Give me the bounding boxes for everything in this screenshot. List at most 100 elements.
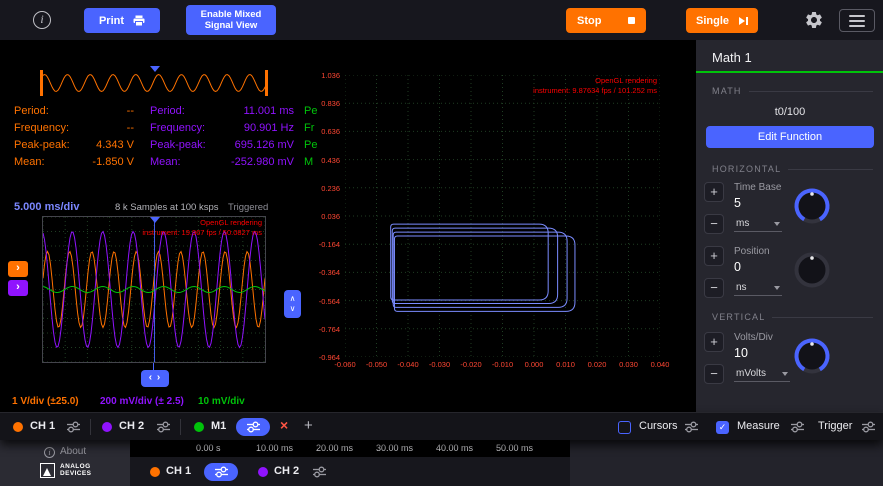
x-tick-label: -0.010 xyxy=(492,360,513,369)
trigger-position-marker-preview[interactable] xyxy=(150,66,160,72)
measurement-row: Frequency:--Frequency:90.901 HzFr xyxy=(14,119,317,136)
time-tick-label: 30.00 ms xyxy=(376,443,413,453)
oscilloscope-app: i Print Enable Mixed Signal View Stop Si… xyxy=(0,0,883,486)
info-icon[interactable]: i xyxy=(33,11,51,29)
math-settings-panel: Math 1 MATH t0/100 Edit Function HORIZON… xyxy=(695,40,883,412)
y-tick-label: -0.564 xyxy=(319,297,340,306)
menu-hamburger-icon[interactable] xyxy=(839,9,875,32)
chevron-down-icon: ∨ xyxy=(290,304,296,314)
ch1-measurement-label: Frequency: xyxy=(14,122,76,134)
trigger-settings-icon[interactable] xyxy=(861,421,876,433)
enable-mixed-signal-button[interactable]: Enable Mixed Signal View xyxy=(186,5,276,35)
xy-plot[interactable]: OpenGL rendering instrument: 9.87634 fps… xyxy=(345,75,660,357)
analog-devices-logo-icon xyxy=(40,463,55,478)
time-tick-label: 40.00 ms xyxy=(436,443,473,453)
divider xyxy=(90,419,91,435)
ch1-tab[interactable]: CH 1 xyxy=(30,420,55,432)
ch2-offset-handle[interactable]: › xyxy=(8,280,28,296)
info-icon[interactable]: i xyxy=(44,447,55,458)
chevron-down-icon xyxy=(774,222,780,226)
y-tick-label: 0.436 xyxy=(321,156,340,165)
ch2-tab[interactable]: CH 2 xyxy=(119,420,144,432)
time-tick-label: 50.00 ms xyxy=(496,443,533,453)
ch1-measurement-label: Period: xyxy=(14,105,76,117)
voltsdiv-decrement-button[interactable]: − xyxy=(704,364,724,384)
position-increment-button[interactable]: + xyxy=(704,246,724,266)
ch1-measurement-label: Peak-peak: xyxy=(14,139,76,151)
measure-label[interactable]: Measure xyxy=(737,420,780,432)
ch1-measurement-label: Mean: xyxy=(14,156,76,168)
print-button[interactable]: Print xyxy=(84,8,160,33)
y-tick-label: -0.364 xyxy=(319,268,340,277)
m1-settings-icon xyxy=(246,421,261,433)
single-button[interactable]: Single xyxy=(686,8,758,33)
ch1-color-dot xyxy=(13,422,23,432)
horizontal-position-handle[interactable]: ‹ › xyxy=(141,370,169,387)
position-value[interactable]: 0 xyxy=(734,260,741,274)
ch1-tab[interactable]: CH 1 xyxy=(166,465,191,477)
channel-color-underline xyxy=(696,71,883,73)
measure-checkbox[interactable]: ✓ xyxy=(716,421,729,434)
preview-right-handle[interactable] xyxy=(265,70,268,96)
ch1-settings-icon[interactable] xyxy=(66,421,81,433)
position-label: Position xyxy=(734,246,770,257)
ch1-measurement-value: -- xyxy=(76,122,134,134)
voltsdiv-knob[interactable] xyxy=(792,336,832,381)
position-decrement-button[interactable]: − xyxy=(704,278,724,298)
background-window-left: i About ANALOG DEVICES xyxy=(0,440,130,486)
panel-title: Math 1 xyxy=(712,50,752,65)
time-plot[interactable]: OpenGL rendering instrument: 19.967 fps … xyxy=(42,216,266,363)
preview-left-handle[interactable] xyxy=(40,70,43,96)
time-tick-label: 20.00 ms xyxy=(316,443,353,453)
cursors-settings-icon[interactable] xyxy=(684,421,699,433)
timebase-decrement-button[interactable]: − xyxy=(704,214,724,234)
trigger-label[interactable]: Trigger xyxy=(818,420,852,432)
position-knob[interactable] xyxy=(792,250,832,295)
ch2-tab[interactable]: CH 2 xyxy=(274,465,299,477)
timebase-unit-select[interactable]: ms xyxy=(734,218,782,232)
channel-bar: CH 1 CH 2 M1 × + Cursors ✓ Measure Trigg… xyxy=(0,412,883,440)
voltsdiv-unit-select[interactable]: mVolts xyxy=(734,368,790,382)
chevrons-horizontal-icon: ‹ › xyxy=(149,372,161,383)
timebase-increment-button[interactable]: + xyxy=(704,182,724,202)
ch2-settings-icon[interactable] xyxy=(312,466,327,478)
x-tick-label: -0.060 xyxy=(334,360,355,369)
ch1-measurement-value: 4.343 V xyxy=(76,139,134,151)
ch1-settings-pill[interactable] xyxy=(204,463,238,481)
stop-icon xyxy=(628,17,635,24)
time-tick-label: 10.00 ms xyxy=(256,443,293,453)
timebase-value[interactable]: 5 xyxy=(734,196,741,210)
about-link[interactable]: About xyxy=(60,446,86,457)
timebase-knob[interactable] xyxy=(792,186,832,231)
m1-settings-pill[interactable] xyxy=(236,418,270,436)
ch2-measurement-value: -252.980 mV xyxy=(210,156,294,168)
ch2-settings-icon[interactable] xyxy=(156,421,171,433)
ch1-measurement-value: -1.850 V xyxy=(76,156,134,168)
measure-settings-icon[interactable] xyxy=(790,421,805,433)
settings-gear-icon[interactable] xyxy=(804,10,824,30)
waveform-preview[interactable] xyxy=(40,70,268,96)
position-unit-select[interactable]: ns xyxy=(734,282,782,296)
voltsdiv-increment-button[interactable]: + xyxy=(704,332,724,352)
time-axis-strip: 0.00 s10.00 ms20.00 ms30.00 ms40.00 ms50… xyxy=(130,440,570,457)
background-channel-row: CH 1 CH 2 xyxy=(130,457,570,486)
trigger-level-handle[interactable]: ∧ ∨ xyxy=(284,290,301,318)
ch1-offset-handle[interactable]: › xyxy=(8,261,28,277)
m1-tab[interactable]: M1 xyxy=(211,420,226,432)
cursors-label[interactable]: Cursors xyxy=(639,420,678,432)
x-tick-label: 0.030 xyxy=(619,360,638,369)
math-function-expression: t0/100 xyxy=(696,106,883,118)
cursors-checkbox[interactable] xyxy=(618,421,631,434)
ch2-measurement-label: Mean: xyxy=(150,156,210,168)
voltsdiv-value[interactable]: 10 xyxy=(734,346,748,360)
stop-button[interactable]: Stop xyxy=(566,8,646,33)
add-channel-button[interactable]: + xyxy=(304,417,313,434)
ch1-settings-icon xyxy=(214,466,229,478)
edit-function-button[interactable]: Edit Function xyxy=(706,126,874,148)
y-tick-label: 0.036 xyxy=(321,212,340,221)
measurements-table: Period:--Period:11.001 msPeFrequency:--F… xyxy=(14,102,317,170)
ch1-color-dot xyxy=(150,467,160,477)
background-window-right xyxy=(570,440,883,486)
m1-close-icon[interactable]: × xyxy=(280,417,288,433)
trigger-position-marker[interactable] xyxy=(150,217,160,223)
